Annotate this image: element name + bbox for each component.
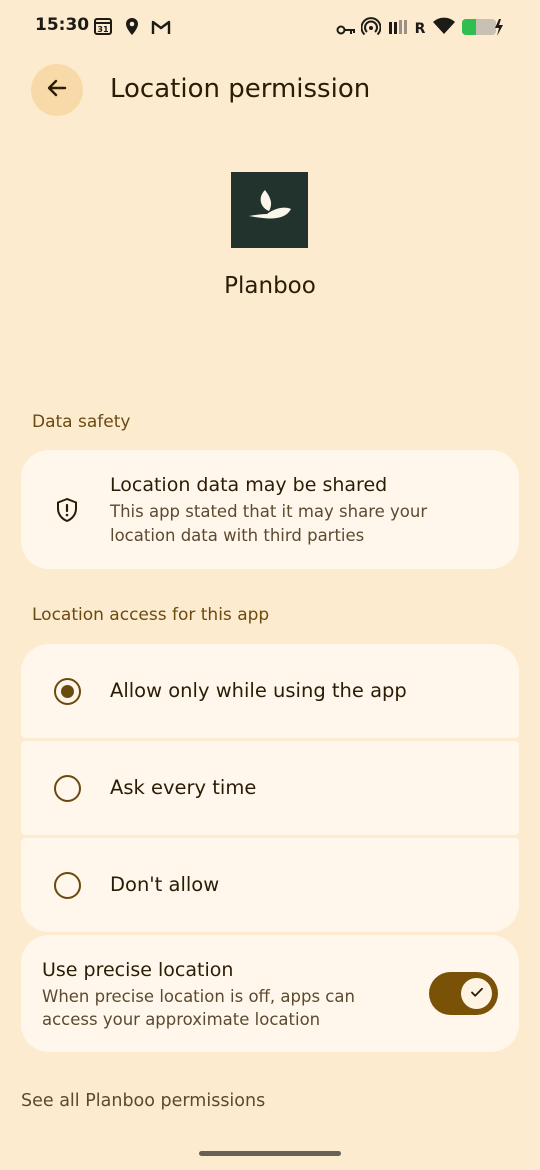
data-safety-title: Location data may be shared xyxy=(110,474,388,496)
data-safety-description-line2: location data with third parties xyxy=(110,526,365,545)
back-button[interactable] xyxy=(31,64,83,116)
arrow-back-icon xyxy=(45,76,69,104)
network-type-label: R xyxy=(415,21,425,36)
planboo-app-icon xyxy=(231,172,308,248)
calendar-day-text: 31 xyxy=(97,25,109,34)
status-bar: 15:30 31 R xyxy=(0,0,540,54)
app-name: Planboo xyxy=(224,273,316,299)
radio-unselected[interactable] xyxy=(54,775,81,802)
option-label: Ask every time xyxy=(110,776,257,799)
radio-selected[interactable] xyxy=(54,678,81,705)
option-allow-while-using[interactable]: Allow only while using the app xyxy=(21,644,519,738)
option-label: Don't allow xyxy=(110,873,220,896)
precise-location-title: Use precise location xyxy=(42,959,234,981)
precise-location-toggle[interactable] xyxy=(429,972,498,1015)
location-access-section-label: Location access for this app xyxy=(32,605,270,625)
location-pin-icon xyxy=(124,17,140,41)
status-time: 15:30 xyxy=(35,15,90,35)
page-title: Location permission xyxy=(110,74,371,104)
precise-location-description-line1: When precise location is off, apps can xyxy=(42,987,355,1006)
data-safety-card[interactable]: Location data may be shared This app sta… xyxy=(21,450,519,569)
battery-charging-icon xyxy=(461,17,505,41)
see-all-permissions-link[interactable]: See all Planboo permissions xyxy=(21,1091,265,1111)
check-icon xyxy=(469,984,485,1004)
hotspot-icon xyxy=(360,17,382,41)
vpn-key-icon xyxy=(336,21,356,40)
toggle-knob xyxy=(461,978,492,1009)
option-ask-every-time[interactable]: Ask every time xyxy=(21,741,519,835)
gmail-icon xyxy=(151,19,171,39)
signal-icon: R xyxy=(389,18,426,40)
wifi-icon xyxy=(432,17,456,39)
data-safety-section-label: Data safety xyxy=(32,412,131,432)
data-safety-description-line1: This app stated that it may share your xyxy=(110,502,428,521)
precise-location-card[interactable]: Use precise location When precise locati… xyxy=(21,935,519,1052)
gesture-home-bar[interactable] xyxy=(199,1151,341,1156)
radio-unselected[interactable] xyxy=(54,872,81,899)
precise-location-description-line2: access your approximate location xyxy=(42,1010,321,1029)
calendar-icon: 31 xyxy=(93,16,113,40)
option-dont-allow[interactable]: Don't allow xyxy=(21,838,519,932)
option-label: Allow only while using the app xyxy=(110,679,407,702)
shield-alert-icon xyxy=(55,497,79,527)
